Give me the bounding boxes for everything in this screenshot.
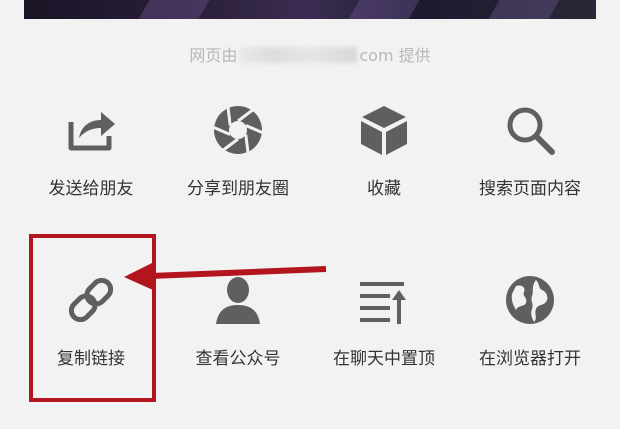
annotation-arrow <box>124 263 327 290</box>
